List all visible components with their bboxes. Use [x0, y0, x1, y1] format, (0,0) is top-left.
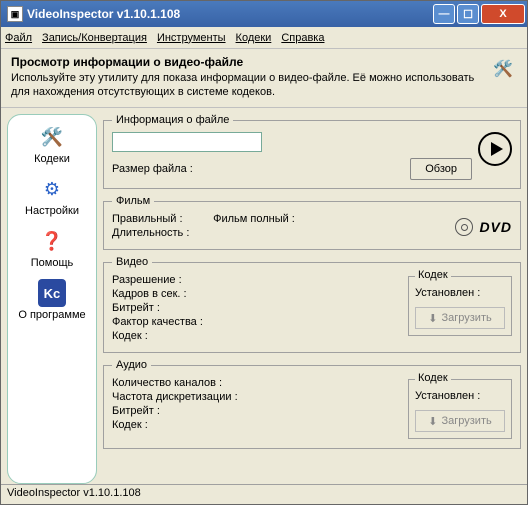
video-codec-box-legend: Кодек — [415, 269, 451, 281]
video-download-button[interactable]: ⬇ Загрузить — [415, 307, 505, 329]
audio-bitrate-label: Битрейт : — [112, 405, 352, 417]
main: Информация о файле Размер файла : Обзор … — [103, 114, 521, 484]
header-desc: Используйте эту утилиту для показа инфор… — [11, 71, 483, 99]
menu-file[interactable]: Файл — [5, 32, 32, 44]
titlebar: ▣ VideoInspector v1.10.1.108 — ☐ X — [1, 1, 527, 27]
sidebar: 🛠️ Кодеки ⚙ Настройки ❓ Помощь Kc О прог… — [7, 114, 97, 484]
fileinfo-legend: Информация о файле — [112, 114, 233, 126]
audio-channels-label: Количество каналов : — [112, 377, 352, 389]
close-button[interactable]: X — [481, 4, 525, 24]
audio-codec-label: Кодек : — [112, 419, 352, 431]
download-icon: ⬇ — [428, 312, 437, 325]
film-valid-label: Правильный : — [112, 213, 183, 225]
sidebar-item-settings[interactable]: ⚙ Настройки — [25, 175, 79, 217]
sidebar-label: Кодеки — [34, 153, 70, 165]
gear-icon: ⚙ — [38, 175, 66, 203]
window: ▣ VideoInspector v1.10.1.108 — ☐ X Файл … — [0, 0, 528, 505]
sidebar-item-codecs[interactable]: 🛠️ Кодеки — [34, 123, 70, 165]
film-legend: Фильм — [112, 195, 154, 207]
header-icon: 🛠️ — [489, 55, 517, 83]
audio-codec-box-legend: Кодек — [415, 372, 451, 384]
sidebar-label: Помощь — [31, 257, 74, 269]
minimize-button[interactable]: — — [433, 4, 455, 24]
app-icon: ▣ — [7, 6, 23, 22]
play-button[interactable] — [478, 132, 512, 166]
disc-icon — [455, 218, 473, 236]
sidebar-item-help[interactable]: ❓ Помощь — [31, 227, 74, 269]
window-title: VideoInspector v1.10.1.108 — [27, 7, 180, 21]
audio-group: Аудио Количество каналов : Частота дискр… — [103, 359, 521, 449]
download-icon: ⬇ — [428, 415, 437, 428]
video-codec-label: Кодек : — [112, 330, 352, 342]
audio-download-button[interactable]: ⬇ Загрузить — [415, 410, 505, 432]
maximize-button[interactable]: ☐ — [457, 4, 479, 24]
menubar: Файл Запись/Конвертация Инструменты Коде… — [1, 27, 527, 49]
film-complete-label: Фильм полный : — [213, 213, 295, 225]
filepath-input[interactable] — [112, 132, 262, 152]
audio-samplerate-label: Частота дискретизации : — [112, 391, 352, 403]
sidebar-label: О программе — [18, 309, 85, 321]
dvd-button[interactable]: DVD — [479, 219, 512, 235]
browse-button[interactable]: Обзор — [410, 158, 472, 180]
sidebar-item-about[interactable]: Kc О программе — [18, 279, 85, 321]
help-icon: ❓ — [38, 227, 66, 255]
menu-record[interactable]: Запись/Конвертация — [42, 32, 147, 44]
film-group: Фильм Правильный : Фильм полный : Длител… — [103, 195, 521, 250]
audio-codec-installed-label: Установлен : — [415, 390, 505, 402]
video-fps-label: Кадров в сек. : — [112, 288, 352, 300]
video-bitrate-label: Битрейт : — [112, 302, 352, 314]
video-legend: Видео — [112, 256, 152, 268]
film-duration-label: Длительность : — [112, 227, 189, 239]
menu-tools[interactable]: Инструменты — [157, 32, 226, 44]
statusbar: VideoInspector v1.10.1.108 — [1, 484, 527, 504]
about-icon: Kc — [38, 279, 66, 307]
video-quality-label: Фактор качества : — [112, 316, 352, 328]
video-codec-installed-label: Установлен : — [415, 287, 505, 299]
status-text: VideoInspector v1.10.1.108 — [7, 487, 141, 499]
menu-codecs[interactable]: Кодеки — [236, 32, 272, 44]
body: 🛠️ Кодеки ⚙ Настройки ❓ Помощь Kc О прог… — [1, 108, 527, 484]
video-codec-box: Кодек Установлен : ⬇ Загрузить — [408, 276, 512, 336]
puzzle-icon: 🛠️ — [38, 123, 66, 151]
fileinfo-group: Информация о файле Размер файла : Обзор — [103, 114, 521, 189]
filesize-label: Размер файла : — [112, 163, 410, 175]
video-resolution-label: Разрешение : — [112, 274, 352, 286]
header-title: Просмотр информации о видео-файле — [11, 55, 483, 69]
sidebar-label: Настройки — [25, 205, 79, 217]
menu-help[interactable]: Справка — [281, 32, 324, 44]
header: Просмотр информации о видео-файле Исполь… — [1, 49, 527, 108]
audio-codec-box: Кодек Установлен : ⬇ Загрузить — [408, 379, 512, 439]
audio-legend: Аудио — [112, 359, 151, 371]
video-group: Видео Разрешение : Кадров в сек. : Битре… — [103, 256, 521, 353]
